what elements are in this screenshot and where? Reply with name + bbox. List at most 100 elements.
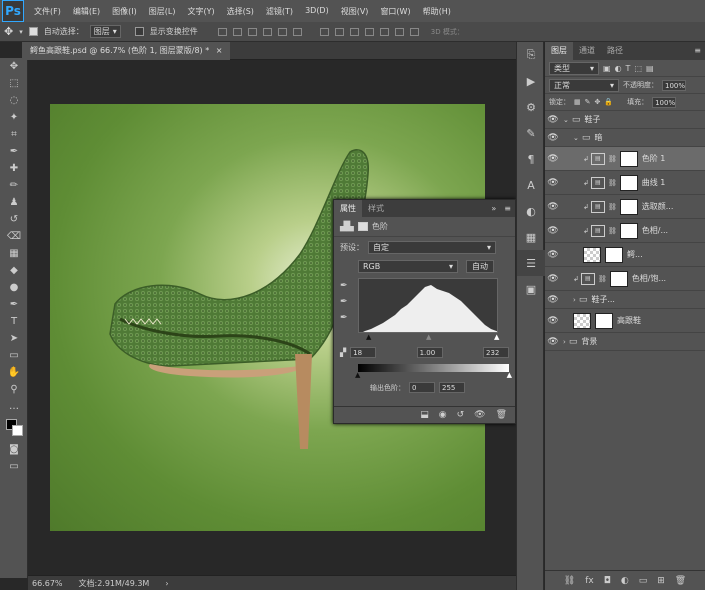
input-black-field[interactable]: 18 (350, 347, 377, 358)
lock-pixels-icon[interactable]: ▦ (574, 98, 581, 106)
eyedropper-tool-icon[interactable]: ✒ (0, 143, 28, 160)
healing-tool-icon[interactable]: ✚ (0, 160, 28, 177)
chevron-right-icon[interactable]: › (165, 579, 168, 588)
blur-tool-icon[interactable]: ◆ (0, 262, 28, 279)
color-swatches[interactable] (6, 419, 27, 441)
reset-icon[interactable]: ↺ (457, 410, 465, 420)
character-icon[interactable]: A (517, 172, 545, 198)
path-select-tool-icon[interactable]: ➤ (0, 330, 28, 347)
eye-icon[interactable]: 👁 (545, 295, 561, 305)
chevron-icon[interactable]: ⌄ (573, 134, 579, 142)
actions-icon[interactable]: ▶ (517, 68, 545, 94)
distribute-left-icon[interactable] (364, 27, 374, 36)
input-white-slider[interactable]: ▲ (494, 333, 499, 341)
lock-all-icon[interactable]: 🔒 (604, 98, 613, 106)
menu-item[interactable]: 图像(I) (106, 6, 143, 17)
eye-icon[interactable]: 👁 (545, 250, 561, 260)
channel-dropdown[interactable]: RGB ▾ (358, 260, 458, 273)
auto-align-icon[interactable] (409, 27, 419, 36)
distribute-top-icon[interactable] (319, 27, 329, 36)
eyedropper-black-icon[interactable]: ✒ (340, 281, 348, 291)
add-mask-icon[interactable]: ◘ (604, 576, 611, 586)
chevron-icon[interactable]: › (573, 296, 576, 304)
auto-select-dropdown[interactable]: 图层 ▾ (89, 25, 121, 38)
opacity-field[interactable]: 100% (662, 79, 686, 91)
eye-icon[interactable]: 👁 (545, 115, 561, 125)
layer-row[interactable]: 👁 ↲ ▤ ⛓ 色阶 1 (545, 147, 705, 171)
menu-item[interactable]: 选择(S) (221, 6, 260, 17)
lock-paint-icon[interactable]: ✎ (585, 98, 591, 106)
zoom-level[interactable]: 66.67% (32, 579, 63, 588)
eye-icon[interactable]: 👁 (545, 202, 561, 212)
swatches-icon[interactable]: ▦ (517, 224, 545, 250)
menu-item[interactable]: 文件(F) (28, 6, 67, 17)
view-previous-icon[interactable]: ◉ (439, 410, 447, 420)
layer-row[interactable]: 👁 ↲ ▤ ⛓ 曲线 1 (545, 171, 705, 195)
menu-item[interactable]: 文字(Y) (181, 6, 220, 17)
auto-button[interactable]: 自动 (466, 260, 494, 273)
layer-row[interactable]: 👁 高跟鞋 (545, 309, 705, 333)
link-layers-icon[interactable]: ⛓ (564, 576, 575, 586)
new-group-icon[interactable]: ▭ (639, 576, 648, 586)
align-hcenter-icon[interactable] (277, 27, 287, 36)
pen-tool-icon[interactable]: ✒ (0, 296, 28, 313)
menu-item[interactable]: 窗口(W) (374, 6, 416, 17)
distribute-vcenter-icon[interactable] (334, 27, 344, 36)
tab-styles[interactable]: 样式 (362, 200, 390, 217)
filter-smart-icon[interactable]: ▤ (646, 64, 654, 73)
eye-icon[interactable]: 👁 (545, 316, 561, 326)
input-black-slider[interactable]: ▲ (366, 333, 371, 341)
auto-select-checkbox[interactable] (28, 27, 38, 36)
eye-icon[interactable]: 👁 (545, 133, 561, 143)
fill-field[interactable]: 100% (652, 96, 677, 108)
eye-icon[interactable]: 👁 (545, 274, 561, 284)
output-white-slider[interactable]: ▲ (507, 371, 512, 379)
layer-row[interactable]: 👁 ↲ ▤ ⛓ 色相/饱... (545, 267, 705, 291)
paragraph-icon[interactable]: ¶ (517, 146, 545, 172)
eye-icon[interactable]: 👁 (545, 337, 561, 347)
quick-mask-icon[interactable]: ◙ (0, 441, 28, 458)
brush-presets-icon[interactable]: ✎ (517, 120, 545, 146)
input-white-field[interactable]: 232 (483, 347, 509, 358)
layer-row[interactable]: 👁 › ▭ 背景 (545, 333, 705, 351)
filter-adjustment-icon[interactable]: ◐ (615, 64, 622, 73)
chevron-icon[interactable]: ⌄ (563, 116, 569, 124)
eyedropper-gray-icon[interactable]: ✒ (340, 297, 348, 307)
stamp-tool-icon[interactable]: ♟ (0, 194, 28, 211)
tab-channels[interactable]: 通道 (573, 42, 601, 60)
tab-layers[interactable]: 图层 (545, 42, 573, 60)
collapse-icon[interactable]: » (487, 204, 500, 213)
clipping-warning-icon[interactable]: ▞ (340, 348, 346, 357)
filter-pixel-icon[interactable]: ▣ (603, 64, 611, 73)
align-top-icon[interactable] (217, 27, 227, 36)
distribute-right-icon[interactable] (394, 27, 404, 36)
chevron-icon[interactable]: › (563, 338, 566, 346)
menu-item[interactable]: 图层(L) (143, 6, 182, 17)
lock-move-icon[interactable]: ✥ (595, 98, 601, 106)
shape-tool-icon[interactable]: ▭ (0, 347, 28, 364)
gradient-tool-icon[interactable]: ▦ (0, 245, 28, 262)
tab-properties[interactable]: 属性 (334, 200, 362, 217)
align-vcenter-icon[interactable] (232, 27, 242, 36)
delete-icon[interactable]: 🗑 (496, 410, 507, 420)
distribute-hcenter-icon[interactable] (379, 27, 389, 36)
document-tab[interactable]: 鳄鱼高跟鞋.psd @ 66.7% (色阶 1, 图层蒙版/8) * × (22, 42, 231, 60)
zoom-tool-icon[interactable]: ⚲ (0, 381, 28, 398)
quick-select-tool-icon[interactable]: ✦ (0, 109, 28, 126)
delete-layer-icon[interactable]: 🗑 (675, 576, 686, 586)
eye-icon[interactable]: 👁 (545, 154, 561, 164)
preset-dropdown[interactable]: 自定 ▾ (368, 241, 496, 254)
panel-menu-icon[interactable]: ≡ (500, 204, 515, 213)
crop-tool-icon[interactable]: ⌗ (0, 126, 28, 143)
mask-icon[interactable] (357, 222, 368, 231)
eye-icon[interactable]: 👁 (545, 226, 561, 236)
align-right-icon[interactable] (292, 27, 302, 36)
type-tool-icon[interactable]: T (0, 313, 28, 330)
layer-row[interactable]: 👁 ↲ ▤ ⛓ 选取颜... (545, 195, 705, 219)
menu-item[interactable]: 3D(D) (299, 6, 335, 17)
distribute-bottom-icon[interactable] (349, 27, 359, 36)
menu-item[interactable]: 滤镜(T) (260, 6, 299, 17)
layer-row[interactable]: 👁 ⌄ ▭ 鞋子 (545, 111, 705, 129)
filter-shape-icon[interactable]: ⬚ (634, 64, 642, 73)
close-tab-icon[interactable]: × (216, 46, 223, 55)
